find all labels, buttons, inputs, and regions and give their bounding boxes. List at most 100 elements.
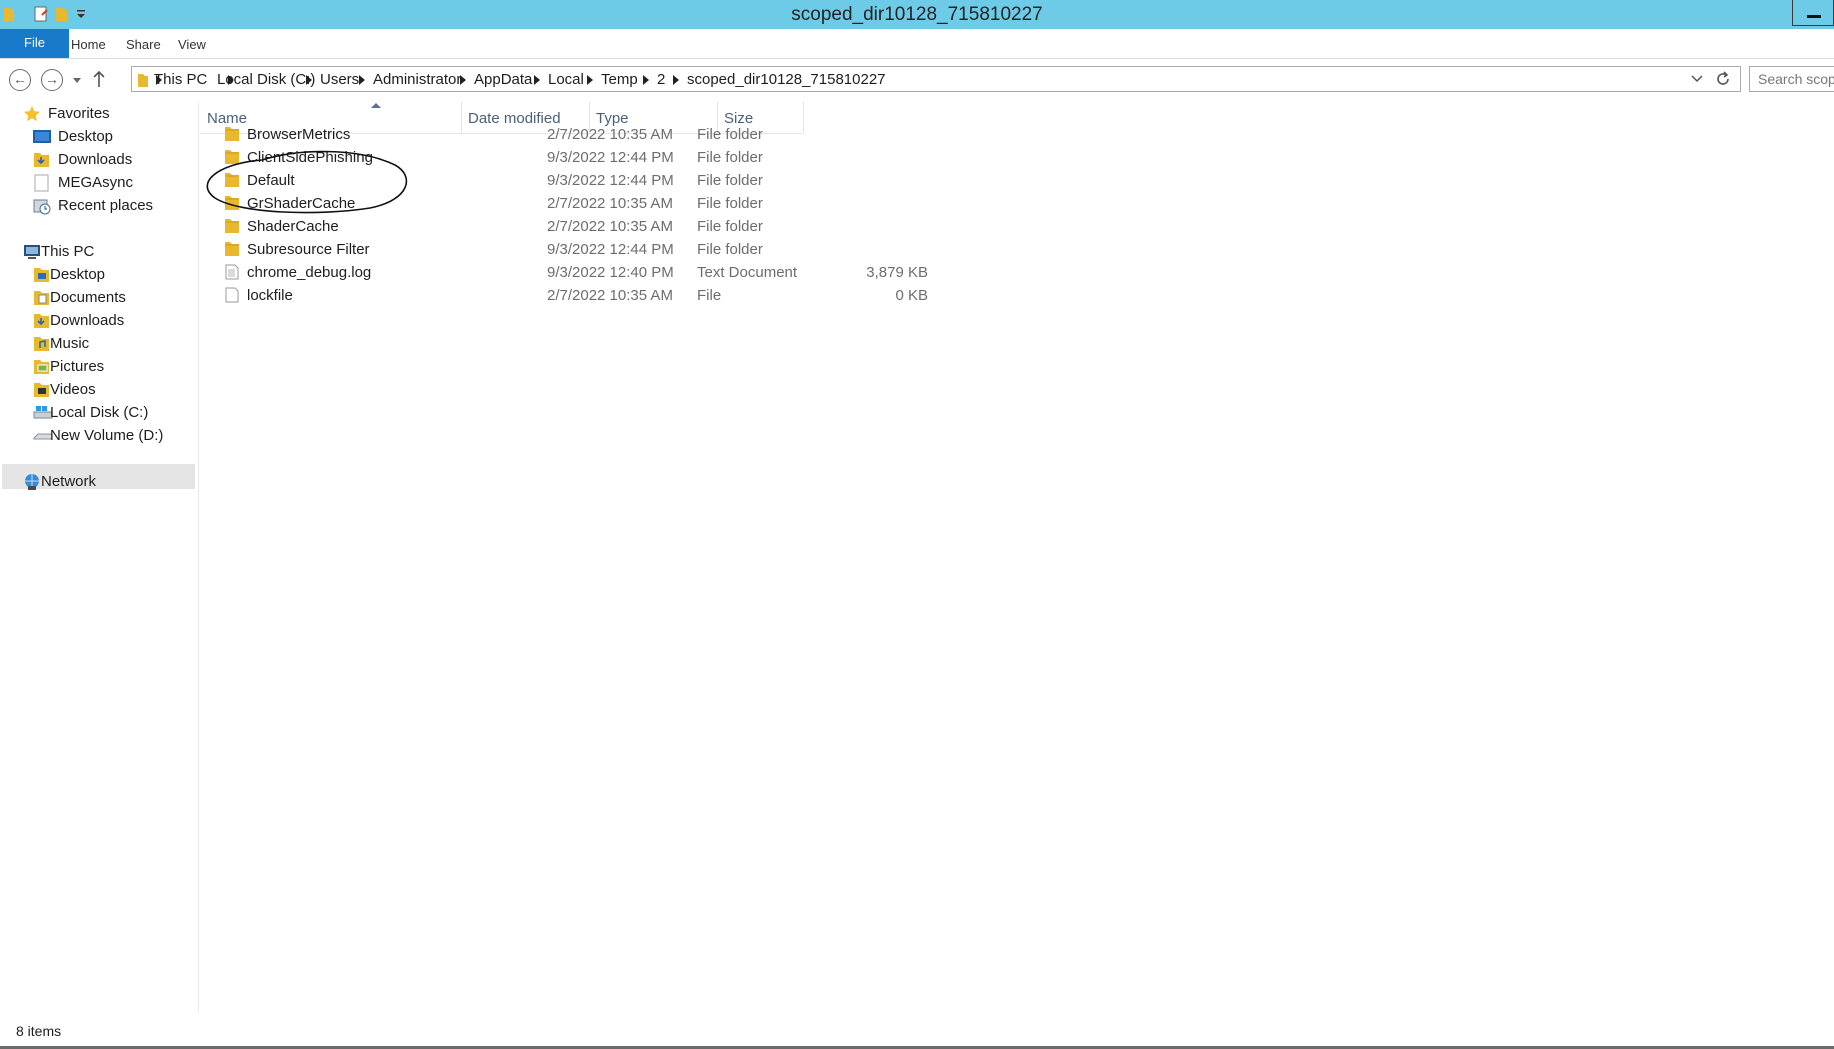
nav-label: Desktop (58, 128, 114, 145)
nav-label: Documents (50, 289, 126, 306)
desktop-folder-icon (34, 268, 49, 282)
videos-folder-icon (34, 383, 49, 397)
text-document-icon (225, 264, 239, 280)
file-name: Subresource Filter (247, 241, 370, 258)
file-type: Text Document (697, 264, 798, 281)
breadcrumb-separator-icon (643, 75, 649, 85)
ribbon: File Home Share View (0, 29, 1834, 59)
nav-label: This PC (41, 243, 95, 260)
nav-label: New Volume (D:) (50, 427, 164, 444)
nav-label: Local Disk (C:) (50, 404, 149, 421)
address-row: ← → This PC Local Disk (C:) Users Admini… (0, 58, 1834, 102)
file-date: 2/7/2022 10:35 AM (547, 218, 673, 235)
file-type: File folder (697, 241, 763, 258)
address-history-dropdown-icon[interactable] (1691, 75, 1703, 83)
file-type: File (697, 287, 722, 304)
nav-label: Music (50, 335, 90, 352)
back-button[interactable]: ← (9, 69, 31, 91)
up-arrow-icon[interactable] (92, 70, 106, 88)
folder-icon (138, 74, 148, 87)
tab-file[interactable]: File (0, 29, 69, 58)
file-size: 0 KB (895, 287, 928, 304)
file-date: 9/3/2022 12:40 PM (547, 264, 674, 281)
file-type: File folder (697, 218, 763, 235)
recent-places-icon (33, 199, 51, 215)
nav-label: Downloads (58, 151, 133, 168)
nav-label: Favorites (48, 105, 110, 122)
network-icon (25, 474, 39, 490)
nav-label: Videos (50, 381, 96, 398)
file-date: 2/7/2022 10:35 AM (547, 195, 673, 212)
file-date: 9/3/2022 12:44 PM (547, 241, 674, 258)
file-icon (225, 287, 239, 303)
breadcrumb-2[interactable]: 2 (657, 71, 665, 88)
file-date: 9/3/2022 12:44 PM (547, 149, 674, 166)
breadcrumb-separator-icon (673, 75, 679, 85)
title-bar: scoped_dir10128_715810227 (0, 0, 1834, 29)
forward-button[interactable]: → (41, 69, 63, 91)
status-bar: 8 items (0, 1012, 1834, 1049)
navigation-pane: Favorites Desktop Downloads MEGAsync Rec… (0, 102, 199, 1012)
breadcrumb-separator-icon (460, 75, 466, 85)
recent-locations-dropdown-icon[interactable] (72, 77, 82, 85)
item-count: 8 items (16, 1023, 62, 1039)
file-name: GrShaderCache (247, 195, 356, 212)
breadcrumb-separator-icon (306, 75, 312, 85)
megasync-icon (34, 174, 49, 192)
file-size: 3,879 KB (866, 264, 928, 281)
downloads-folder-icon (34, 153, 49, 167)
file-type: File folder (697, 172, 763, 189)
breadcrumb-this-pc[interactable]: This PC (154, 71, 207, 88)
file-type: File folder (697, 126, 763, 143)
file-type: File folder (697, 149, 763, 166)
breadcrumb-temp[interactable]: Temp (601, 71, 638, 88)
folder-icon (225, 219, 239, 233)
file-name: chrome_debug.log (247, 264, 372, 281)
nav-label: Network (41, 473, 97, 490)
file-row[interactable]: lockfile 2/7/2022 10:35 AM File 0 KB (200, 283, 940, 310)
breadcrumb-local[interactable]: Local (548, 71, 584, 88)
downloads-folder-icon (34, 314, 49, 328)
desktop-icon (33, 130, 51, 143)
minimize-button[interactable] (1792, 0, 1834, 26)
nav-label: Downloads (50, 312, 125, 329)
file-name: BrowserMetrics (247, 126, 351, 143)
pictures-folder-icon (34, 360, 49, 374)
breadcrumb-appdata[interactable]: AppData (474, 71, 532, 88)
forward-arrow-icon: → (45, 71, 59, 87)
music-folder-icon (34, 337, 49, 351)
computer-icon (24, 245, 40, 259)
nav-label: Pictures (50, 358, 105, 375)
breadcrumb-users[interactable]: Users (320, 71, 359, 88)
file-type: File folder (697, 195, 763, 212)
nav-label: MEGAsync (58, 174, 134, 191)
file-name: Default (247, 172, 295, 189)
breadcrumb-separator-icon (359, 75, 365, 85)
file-name: lockfile (247, 287, 293, 304)
address-bar[interactable]: This PC Local Disk (C:) Users Administra… (131, 66, 1741, 92)
sort-ascending-icon (371, 103, 381, 108)
star-icon (24, 106, 40, 122)
breadcrumb-separator-icon (534, 75, 540, 85)
breadcrumb-administrator[interactable]: Administrator (373, 71, 461, 88)
file-name: ClientSidePhishing (247, 149, 373, 166)
minimize-icon (1807, 15, 1821, 18)
breadcrumb-local-disk[interactable]: Local Disk (C:) (217, 71, 315, 88)
search-input[interactable]: Search scop (1749, 66, 1834, 92)
nav-label: Desktop (50, 266, 106, 283)
window-title: scoped_dir10128_715810227 (791, 4, 1043, 25)
tab-home[interactable]: Home (71, 37, 106, 52)
tab-share[interactable]: Share (126, 37, 161, 52)
breadcrumb-separator-icon (587, 75, 593, 85)
documents-folder-icon (34, 291, 49, 305)
folder-icon (225, 127, 239, 141)
folder-icon (225, 242, 239, 256)
file-date: 2/7/2022 10:35 AM (547, 126, 673, 143)
breadcrumb-scoped-dir[interactable]: scoped_dir10128_715810227 (687, 71, 886, 88)
folder-icon (225, 196, 239, 210)
file-date: 9/3/2022 12:44 PM (547, 172, 674, 189)
tab-view[interactable]: View (178, 37, 206, 52)
refresh-icon[interactable] (1715, 71, 1731, 87)
file-name: ShaderCache (247, 218, 339, 235)
file-date: 2/7/2022 10:35 AM (547, 287, 673, 304)
